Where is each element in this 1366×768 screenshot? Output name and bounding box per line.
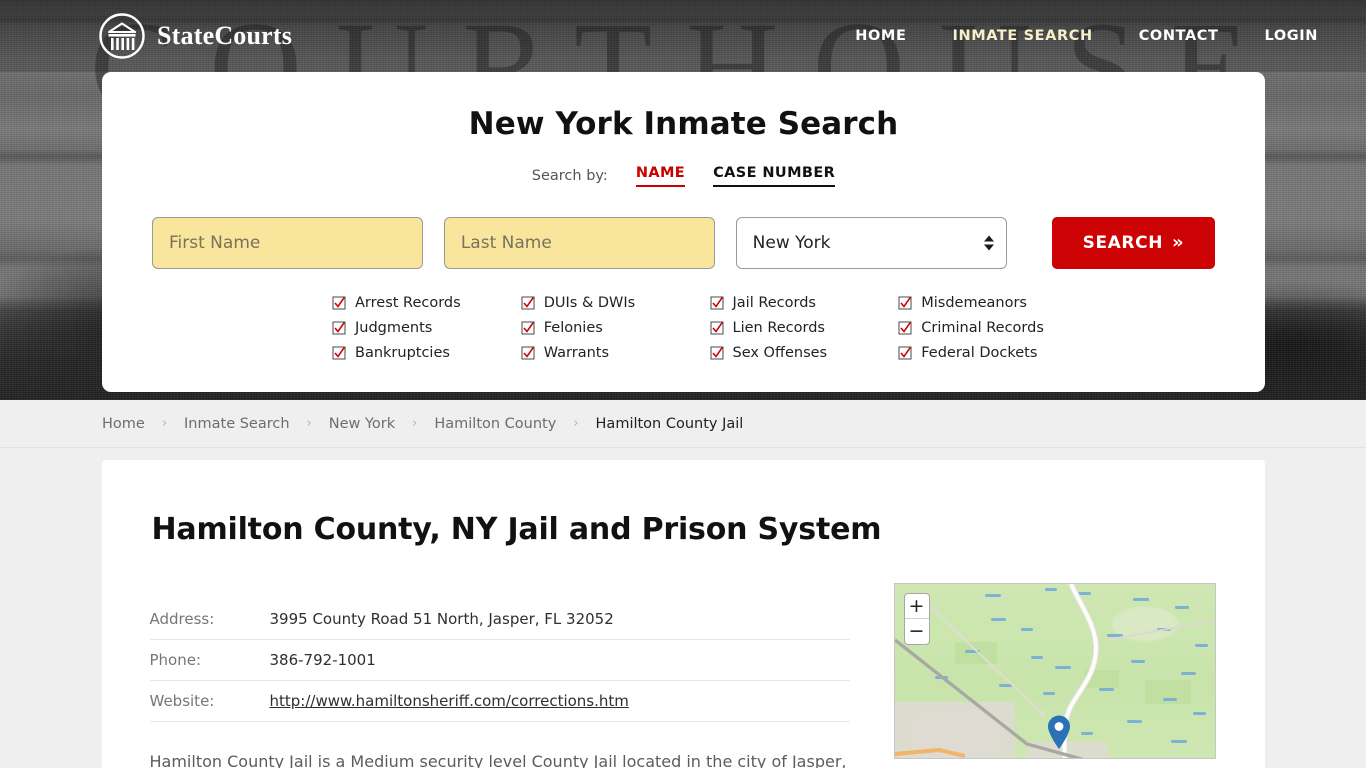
checked-box-icon <box>898 346 912 360</box>
brand-name: StateCourts <box>157 21 293 50</box>
nav-item-inmate-search[interactable]: INMATE SEARCH <box>952 28 1092 44</box>
checked-box-icon <box>710 321 724 335</box>
facility-detail-card: Hamilton County, NY Jail and Prison Syst… <box>101 460 1265 768</box>
nav-item-home[interactable]: HOME <box>855 28 906 44</box>
checkbox-label: Lien Records <box>732 320 825 336</box>
checkbox-label: Jail Records <box>732 295 816 311</box>
checked-box-icon <box>710 346 724 360</box>
chevron-right-icon: › <box>161 416 168 431</box>
checkbox-label: Bankruptcies <box>355 345 450 361</box>
breadcrumb-item-new-york[interactable]: New York <box>329 416 395 432</box>
checked-box-icon <box>521 321 535 335</box>
nav-item-contact[interactable]: CONTACT <box>1139 28 1219 44</box>
facility-info-table: Address: 3995 County Road 51 North, Jasp… <box>149 599 850 722</box>
checkbox-label: Sex Offenses <box>732 345 828 361</box>
checkbox-jail-records[interactable]: Jail Records <box>710 295 895 311</box>
checkbox-warrants[interactable]: Warrants <box>521 345 706 361</box>
first-name-input[interactable] <box>152 217 423 269</box>
double-chevron-right-icon: » <box>1172 232 1185 253</box>
map-pin-icon[interactable] <box>1046 714 1072 750</box>
checkbox-bankruptcies[interactable]: Bankruptcies <box>332 345 517 361</box>
tab-search-by-name[interactable]: NAME <box>635 165 686 187</box>
chevron-right-icon: › <box>412 416 418 431</box>
tab-search-by-case-number[interactable]: CASE NUMBER <box>713 165 836 187</box>
last-name-input[interactable] <box>443 217 715 269</box>
checkbox-label: Judgments <box>355 320 433 336</box>
state-select[interactable]: New York <box>735 217 1007 269</box>
breadcrumb-item-inmate-search[interactable]: Inmate Search <box>184 416 290 432</box>
checked-box-icon <box>898 296 912 310</box>
location-map[interactable]: + − <box>893 583 1216 759</box>
checked-box-icon <box>332 296 346 310</box>
map-zoom-out-button[interactable]: − <box>905 619 929 644</box>
breadcrumb-item-current: Hamilton County Jail <box>595 415 744 432</box>
checked-box-icon <box>332 346 346 360</box>
checkbox-felonies[interactable]: Felonies <box>521 320 706 336</box>
inmate-search-card: New York Inmate Search Search by: NAME C… <box>102 72 1265 392</box>
address-label: Address: <box>149 599 270 640</box>
facility-facts: Address: 3995 County Road 51 North, Jasp… <box>149 599 850 768</box>
chevron-right-icon: › <box>306 416 312 431</box>
checked-box-icon <box>521 346 535 360</box>
checkbox-duis-dwis[interactable]: DUIs & DWIs <box>521 295 706 311</box>
checkbox-arrest-records[interactable]: Arrest Records <box>332 295 517 311</box>
checkbox-label: DUIs & DWIs <box>543 295 636 311</box>
website-value-cell: http://www.hamiltonsheriff.com/correctio… <box>269 680 850 722</box>
main-nav: HOME INMATE SEARCH CONTACT LOGIN <box>855 28 1326 44</box>
address-value: 3995 County Road 51 North, Jasper, FL 32… <box>269 599 850 640</box>
chevron-right-icon: › <box>573 416 579 431</box>
phone-label: Phone: <box>149 639 270 681</box>
checked-box-icon <box>332 321 346 335</box>
checkbox-lien-records[interactable]: Lien Records <box>710 320 895 336</box>
breadcrumb: Home › Inmate Search › New York › Hamilt… <box>0 400 1366 448</box>
checkbox-label: Felonies <box>543 320 603 336</box>
map-zoom-in-button[interactable]: + <box>904 594 929 619</box>
checkbox-label: Misdemeanors <box>921 295 1027 311</box>
page-title: Hamilton County, NY Jail and Prison Syst… <box>151 512 882 547</box>
search-button[interactable]: SEARCH » <box>1051 217 1215 269</box>
search-card-title: New York Inmate Search <box>468 106 899 142</box>
checked-box-icon <box>710 296 724 310</box>
facility-description: Hamilton County Jail is a Medium securit… <box>149 752 847 768</box>
checkbox-label: Federal Dockets <box>921 345 1038 361</box>
top-navigation-bar: StateCourts HOME INMATE SEARCH CONTACT L… <box>0 0 1366 72</box>
checked-box-icon <box>521 296 535 310</box>
table-row: Website: http://www.hamiltonsheriff.com/… <box>149 680 850 722</box>
checkbox-label: Warrants <box>543 345 610 361</box>
map-zoom-controls: + − <box>903 593 930 645</box>
breadcrumb-item-home[interactable]: Home <box>102 416 145 432</box>
breadcrumb-item-hamilton-county[interactable]: Hamilton County <box>434 416 556 432</box>
page-body: Hamilton County, NY Jail and Prison Syst… <box>0 460 1366 768</box>
hero-banner: COURTHOUSE StateCourts HOME INMATE <box>0 0 1366 400</box>
phone-value: 386-792-1001 <box>269 639 850 681</box>
checkbox-label: Arrest Records <box>355 295 461 311</box>
website-label: Website: <box>149 680 270 722</box>
table-row: Address: 3995 County Road 51 North, Jasp… <box>149 599 850 640</box>
checkbox-judgments[interactable]: Judgments <box>332 320 517 336</box>
brand-logo[interactable]: StateCourts <box>98 12 292 60</box>
search-button-label: SEARCH <box>1082 233 1164 253</box>
website-link[interactable]: http://www.hamiltonsheriff.com/correctio… <box>270 692 629 710</box>
courthouse-circle-icon <box>98 12 146 60</box>
record-type-checkbox-grid: Arrest Records DUIs & DWIs Jail Records … <box>152 295 1215 361</box>
search-by-row: Search by: NAME CASE NUMBER <box>152 165 1215 187</box>
table-row: Phone: 386-792-1001 <box>149 639 850 681</box>
facility-info-row: Address: 3995 County Road 51 North, Jasp… <box>149 583 1217 768</box>
nav-item-login[interactable]: LOGIN <box>1265 28 1318 44</box>
checkbox-misdemeanors[interactable]: Misdemeanors <box>898 295 1083 311</box>
search-by-label: Search by: <box>531 168 608 184</box>
checkbox-criminal-records[interactable]: Criminal Records <box>898 320 1083 336</box>
search-form: New York SEARCH » <box>152 217 1215 269</box>
checkbox-label: Criminal Records <box>921 320 1044 336</box>
checkbox-federal-dockets[interactable]: Federal Dockets <box>898 345 1083 361</box>
state-select-wrapper: New York <box>735 217 1007 269</box>
checked-box-icon <box>898 321 912 335</box>
checkbox-sex-offenses[interactable]: Sex Offenses <box>710 345 895 361</box>
